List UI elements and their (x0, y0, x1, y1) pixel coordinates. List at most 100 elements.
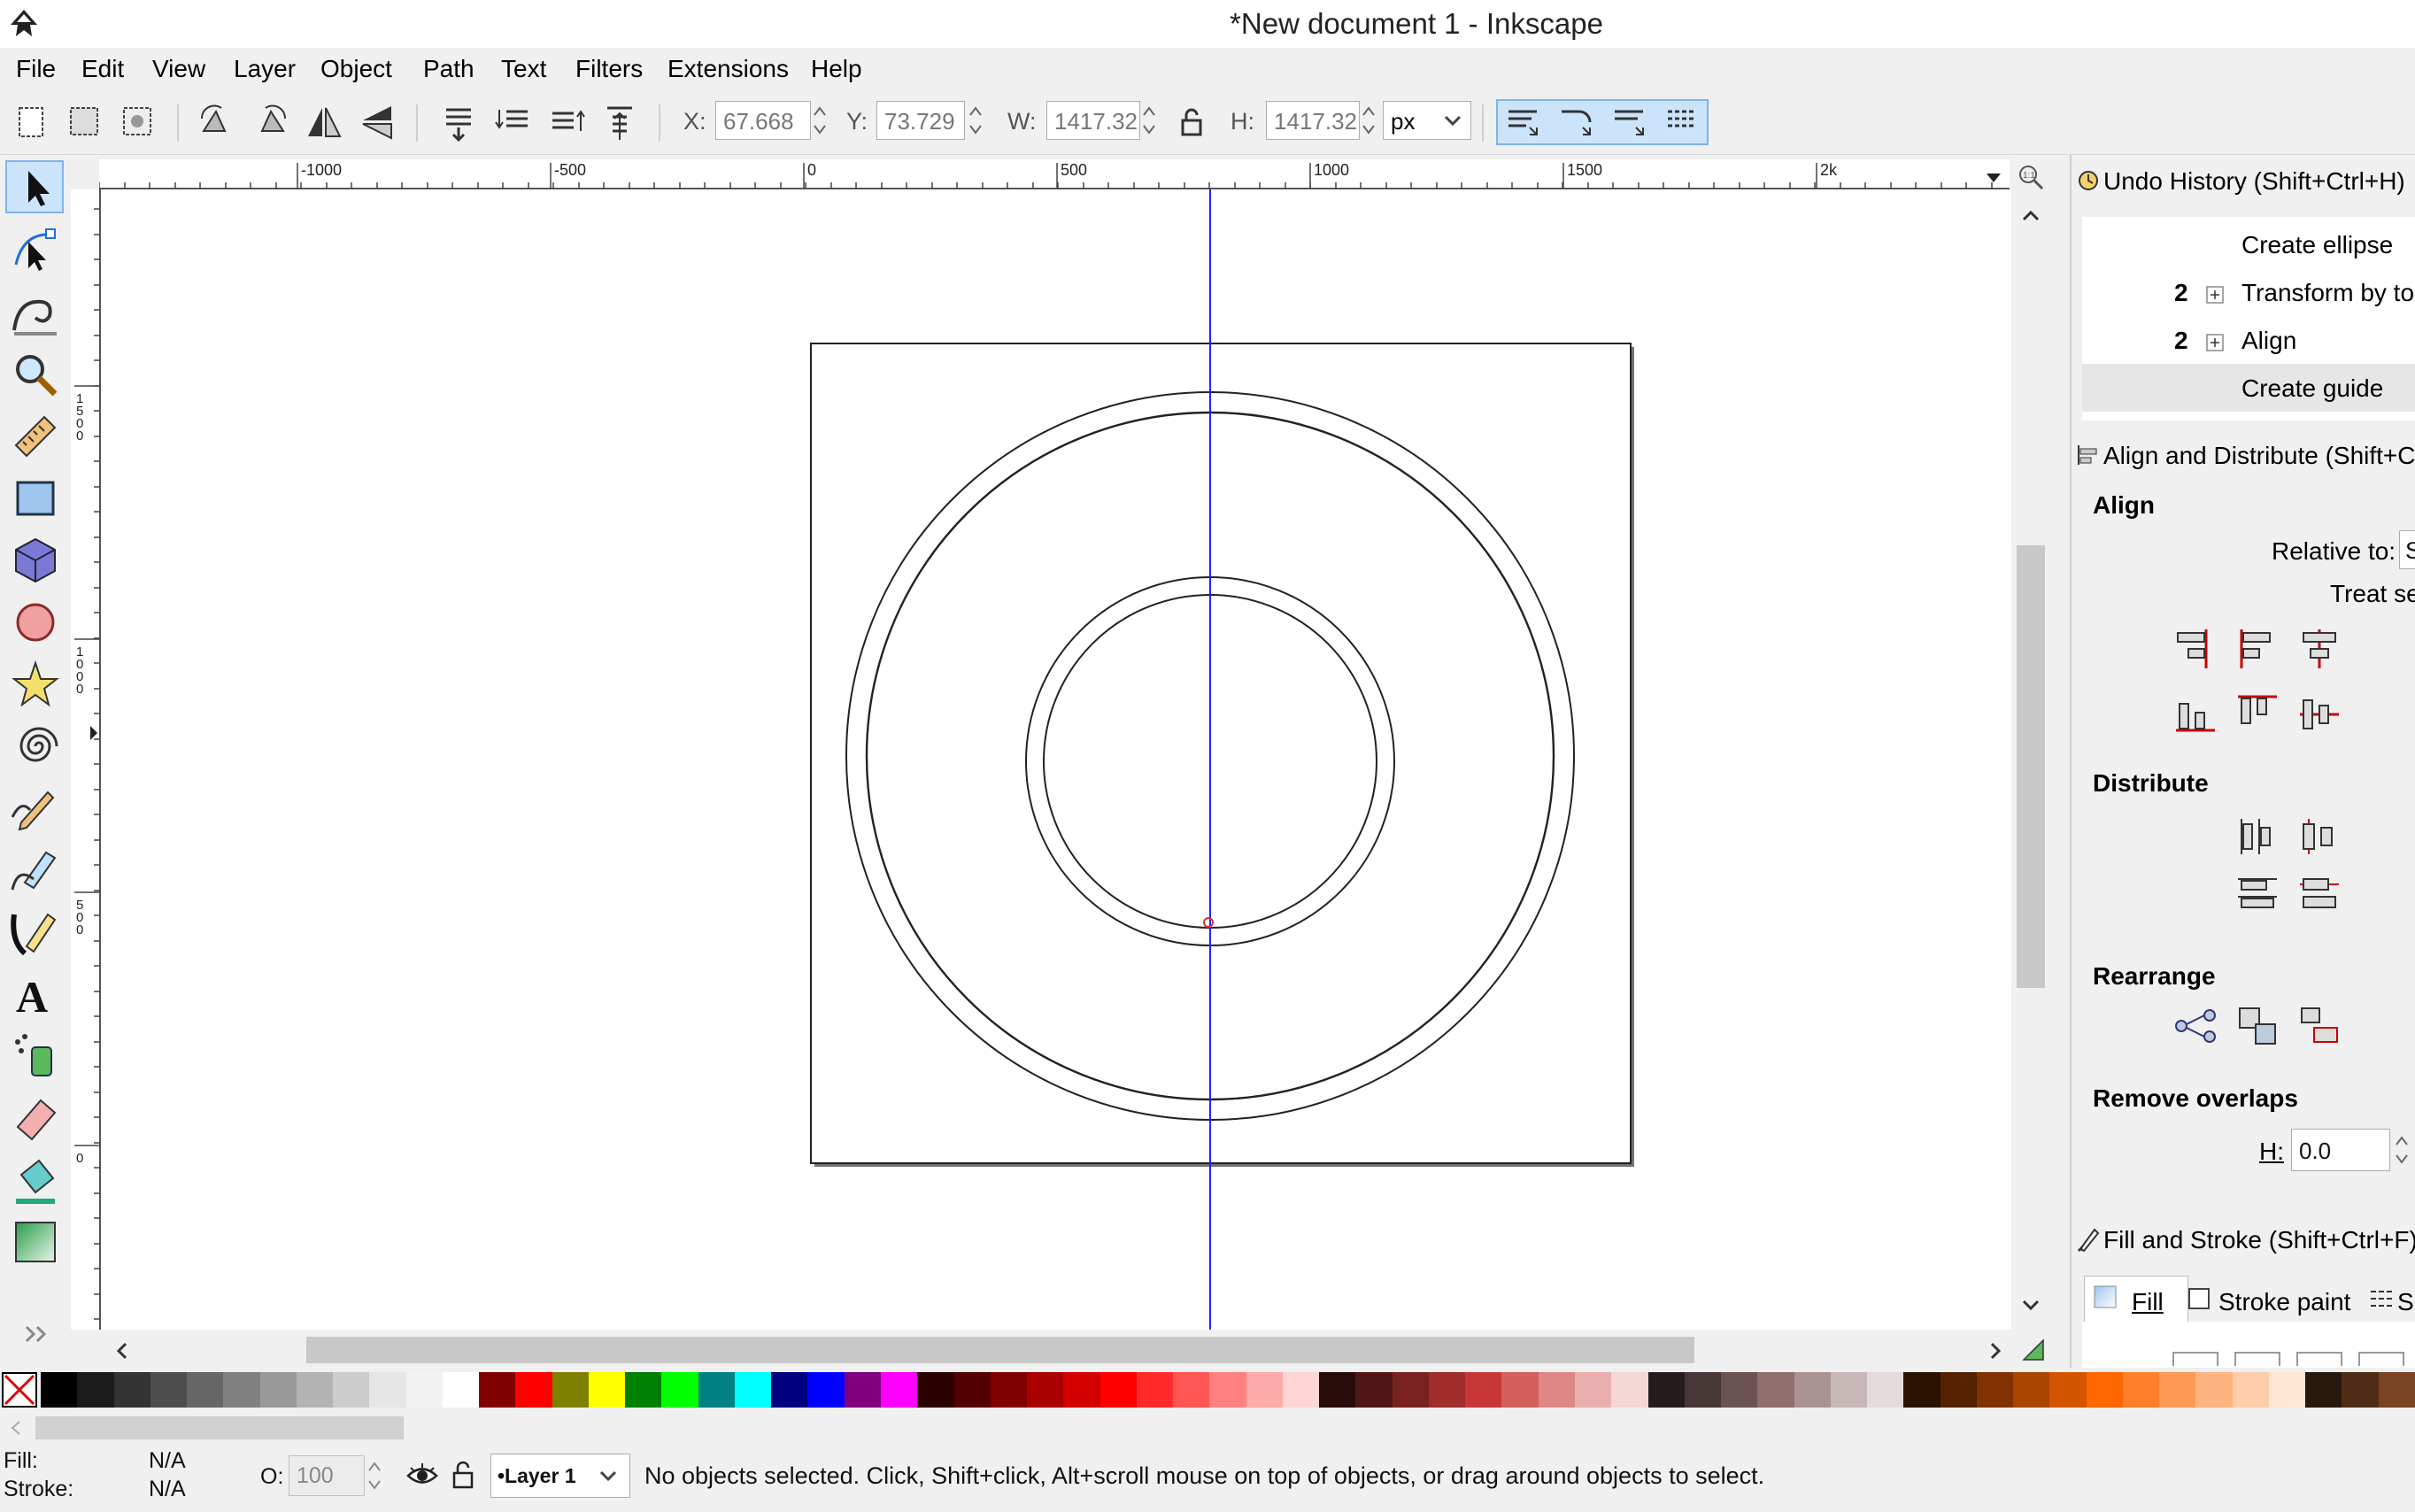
palette-swatch[interactable] (187, 1372, 225, 1408)
zoom-fit-icon[interactable]: 1:1 (2017, 163, 2045, 191)
raise-to-top-icon[interactable] (598, 101, 641, 143)
eye-visibility-icon[interactable] (405, 1461, 439, 1491)
palette-swatch[interactable] (2013, 1372, 2051, 1408)
spray-icon[interactable] (9, 1030, 62, 1083)
palette-swatch[interactable] (405, 1372, 444, 1408)
select-all-layers-icon[interactable] (64, 101, 106, 143)
w-field[interactable]: 1417.32 (1046, 101, 1140, 140)
no-paint-icon[interactable] (2, 1372, 37, 1408)
treat-selection-label[interactable]: Treat se (2330, 580, 2415, 608)
palette-swatch[interactable] (1282, 1372, 1320, 1408)
palette-swatch[interactable] (2342, 1372, 2380, 1408)
palette-swatch[interactable] (1428, 1372, 1466, 1408)
rectangle-icon[interactable] (9, 472, 62, 525)
exchange-positions-icon[interactable] (2233, 1001, 2282, 1051)
paint-type-pattern[interactable] (2358, 1352, 2404, 1366)
scroll-up-icon[interactable] (2020, 207, 2041, 225)
palette-swatch[interactable] (223, 1372, 261, 1408)
palette-swatch[interactable] (479, 1372, 517, 1408)
expand-icon[interactable] (2204, 332, 2226, 353)
palette-swatch[interactable] (1976, 1372, 2014, 1408)
eraser-icon[interactable] (9, 1092, 62, 1145)
opacity-field[interactable]: 100 (289, 1455, 365, 1496)
flip-vertical-icon[interactable] (356, 101, 398, 143)
palette-swatch[interactable] (150, 1372, 188, 1408)
palette-swatch[interactable] (1392, 1372, 1430, 1408)
align-left-edges-icon[interactable] (2233, 624, 2282, 674)
spiral-icon[interactable] (9, 720, 62, 773)
palette-swatch[interactable] (1830, 1372, 1868, 1408)
measure-icon[interactable] (9, 410, 62, 463)
distribute-top-icon[interactable] (2233, 870, 2282, 920)
palette-swatch[interactable] (552, 1372, 590, 1408)
palette-scrollbar[interactable] (0, 1413, 2415, 1445)
y-spinner[interactable] (967, 101, 984, 140)
gradient-icon[interactable] (9, 1215, 62, 1269)
undo-history-title[interactable]: Undo History (Shift+Ctrl+H) (2103, 167, 2405, 196)
lock-icon[interactable] (1170, 101, 1213, 143)
horizontal-ruler[interactable]: -1000 -500 0 500 1000 1500 2k (99, 159, 2010, 189)
distribute-centers-icon[interactable] (2295, 812, 2344, 861)
palette-swatch[interactable] (1246, 1372, 1284, 1408)
relative-to-select[interactable]: S (2399, 530, 2415, 569)
horizontal-scroll-thumb[interactable] (306, 1337, 1694, 1363)
palette-swatch[interactable] (41, 1372, 78, 1408)
raise-icon[interactable] (545, 101, 588, 143)
paint-type-flat[interactable] (2172, 1352, 2218, 1366)
palette-swatch[interactable] (2195, 1372, 2234, 1408)
palette-swatch[interactable] (698, 1372, 736, 1408)
move-patterns-icon[interactable] (1661, 101, 1703, 143)
palette-swatch[interactable] (1465, 1372, 1503, 1408)
palette-swatch[interactable] (1647, 1372, 1686, 1408)
ellipse-icon[interactable] (9, 596, 62, 649)
menu-extensions[interactable]: Extensions (667, 55, 789, 83)
color-manage-icon[interactable] (2018, 1333, 2049, 1365)
paint-type-linear[interactable] (2234, 1352, 2280, 1366)
palette-swatch[interactable] (369, 1372, 407, 1408)
palette-swatch[interactable] (2232, 1372, 2270, 1408)
fill-indicator[interactable]: N/A (149, 1448, 186, 1474)
tweak-tool-icon[interactable] (9, 286, 62, 339)
align-top-edges-icon[interactable] (2233, 690, 2282, 739)
vertical-scrollbar[interactable] (2011, 189, 2050, 1330)
more-tools-icon[interactable] (23, 1323, 50, 1345)
chevron-down-icon[interactable] (1438, 101, 1468, 140)
palette-swatch[interactable] (2305, 1372, 2343, 1408)
menu-view[interactable]: View (152, 55, 205, 83)
drawing-canvas[interactable] (101, 189, 2011, 1330)
palette-swatch[interactable] (442, 1372, 480, 1408)
palette-scroll-left-icon[interactable] (9, 1418, 23, 1438)
h-field[interactable]: 1417.32 (1266, 101, 1360, 140)
rotate-cw-icon[interactable] (250, 101, 292, 143)
palette-swatch[interactable] (881, 1372, 918, 1408)
palette-swatch[interactable] (2378, 1372, 2415, 1408)
distribute-left-icon[interactable] (2233, 812, 2282, 861)
palette-swatch[interactable] (953, 1372, 991, 1408)
fill-stroke-title[interactable]: Fill and Stroke (Shift+Ctrl+F) (2103, 1226, 2415, 1254)
palette-swatch[interactable] (2268, 1372, 2306, 1408)
3d-box-icon[interactable] (9, 534, 62, 587)
palette-swatch[interactable] (1027, 1372, 1065, 1408)
distribute-middle-icon[interactable] (2295, 870, 2344, 920)
tab-stroke-paint[interactable]: Stroke paint (2218, 1288, 2350, 1316)
palette-swatch[interactable] (1063, 1372, 1101, 1408)
paint-type-radial[interactable] (2296, 1352, 2342, 1366)
rotate-ccw-icon[interactable] (195, 101, 237, 143)
layer-lock-icon[interactable] (450, 1459, 476, 1491)
palette-swatch[interactable] (1867, 1372, 1905, 1408)
palette-swatch[interactable] (2086, 1372, 2124, 1408)
palette-swatch[interactable] (1209, 1372, 1247, 1408)
scale-stroke-icon[interactable] (1501, 101, 1544, 143)
pen-icon[interactable] (9, 844, 62, 897)
align-bottom-edges-icon[interactable] (2171, 690, 2220, 739)
menu-text[interactable]: Text (501, 55, 546, 83)
scroll-left-icon[interactable] (113, 1340, 131, 1362)
w-spinner[interactable] (1140, 101, 1158, 140)
menu-layer[interactable]: Layer (234, 55, 296, 83)
opacity-spinner[interactable] (365, 1455, 384, 1496)
palette-swatch[interactable] (1684, 1372, 1722, 1408)
x-spinner[interactable] (811, 101, 829, 140)
palette-swatch[interactable] (807, 1372, 845, 1408)
center-vertical-axis-icon[interactable] (2295, 624, 2344, 674)
palette-swatch[interactable] (1136, 1372, 1174, 1408)
